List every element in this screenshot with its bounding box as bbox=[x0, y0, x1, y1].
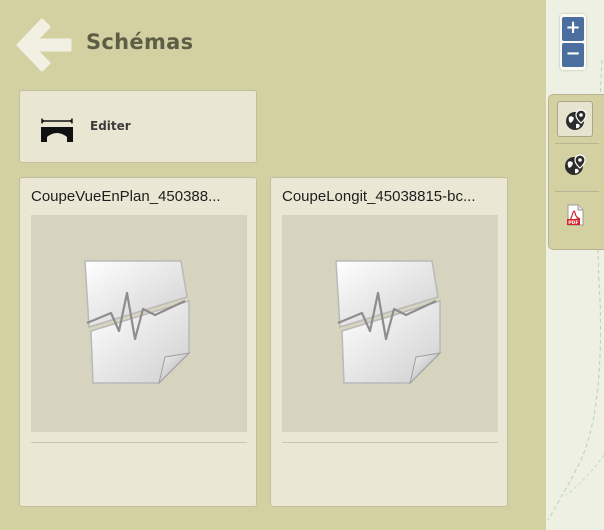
pdf-export-button[interactable]: PDF bbox=[557, 197, 593, 233]
document-chart-icon bbox=[335, 260, 442, 385]
zoom-in-button[interactable]: + bbox=[562, 17, 584, 41]
document-title: CoupeLongit_45038815-bc... bbox=[282, 188, 476, 205]
arrow-left-icon bbox=[16, 18, 72, 72]
back-button[interactable] bbox=[16, 18, 72, 72]
card-divider bbox=[31, 442, 247, 443]
document-card[interactable]: CoupeVueEnPlan_450388... bbox=[19, 177, 257, 507]
document-title: CoupeVueEnPlan_450388... bbox=[31, 188, 221, 205]
globe-pin-icon bbox=[565, 154, 586, 175]
document-thumbnail bbox=[31, 215, 247, 432]
document-card[interactable]: CoupeLongit_45038815-bc... bbox=[270, 177, 508, 507]
edit-button[interactable]: Editer bbox=[19, 90, 257, 163]
pdf-icon: PDF bbox=[567, 204, 584, 226]
bridge-icon bbox=[41, 118, 73, 142]
zoom-control: + − bbox=[560, 14, 586, 70]
map-view[interactable] bbox=[546, 0, 604, 530]
zoom-out-button[interactable]: − bbox=[562, 43, 584, 67]
toolbar-divider bbox=[555, 143, 599, 144]
svg-text:PDF: PDF bbox=[568, 220, 578, 226]
globe-locate-button-active[interactable] bbox=[557, 101, 593, 137]
document-chart-icon bbox=[84, 260, 191, 385]
edit-label: Editer bbox=[90, 119, 131, 133]
document-thumbnail bbox=[282, 215, 498, 432]
page-title: Schémas bbox=[86, 30, 194, 54]
map-toolbar: PDF bbox=[548, 94, 604, 250]
globe-pin-icon bbox=[566, 109, 587, 130]
globe-locate-button[interactable] bbox=[557, 147, 593, 183]
card-divider bbox=[282, 442, 498, 443]
toolbar-divider bbox=[555, 191, 599, 192]
map-road-line bbox=[547, 59, 604, 521]
schemas-panel: Schémas Editer CoupeVueEnPlan_450388... bbox=[0, 0, 546, 530]
panel-header: Schémas bbox=[0, 0, 546, 84]
